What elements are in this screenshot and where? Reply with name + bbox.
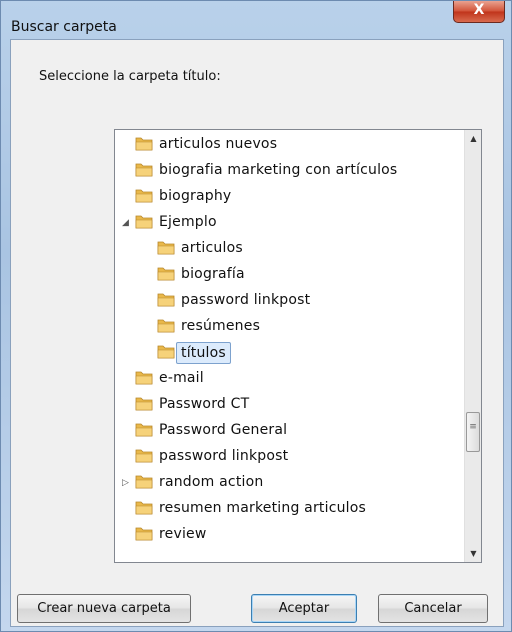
folder-icon: [135, 447, 153, 463]
tree-item[interactable]: Password CT: [115, 392, 455, 416]
scroll-down-arrow-icon[interactable]: ▼: [465, 545, 481, 562]
folder-icon: [135, 499, 153, 515]
folder-icon: [135, 213, 153, 229]
folder-icon: [135, 187, 153, 203]
folder-icon: [157, 291, 175, 307]
ok-button[interactable]: Aceptar: [251, 594, 357, 623]
tree-item[interactable]: resumen marketing articulos: [115, 496, 455, 520]
folder-icon: [135, 135, 153, 151]
tree-item[interactable]: ▷ random action: [115, 470, 455, 494]
tree-item[interactable]: articulos nuevos: [115, 132, 455, 156]
create-new-folder-button[interactable]: Crear nueva carpeta: [17, 594, 191, 623]
tree-item-label: Password CT: [159, 396, 250, 412]
folder-icon: [157, 343, 175, 359]
folder-icon: [157, 265, 175, 281]
tree-item[interactable]: articulos: [115, 236, 455, 260]
tree-item[interactable]: review: [115, 522, 455, 546]
tree-item[interactable]: resúmenes: [115, 314, 455, 338]
folder-tree[interactable]: articulos nuevos biografia marketing con …: [114, 129, 482, 563]
close-button[interactable]: X: [453, 1, 505, 23]
tree-item[interactable]: e-mail: [115, 366, 455, 390]
folder-icon: [135, 369, 153, 385]
dialog-body: Seleccione la carpeta título: articulos …: [10, 39, 504, 627]
tree-item-label: articulos: [181, 240, 243, 256]
folder-icon: [157, 317, 175, 333]
tree-item-label: password linkpost: [159, 448, 289, 464]
tree-item-label: Password General: [159, 422, 288, 438]
vertical-scrollbar[interactable]: ▲ ≡ ▼: [464, 130, 481, 562]
tree-item-label: review: [159, 526, 207, 542]
tree-item[interactable]: Password General: [115, 418, 455, 442]
tree-item-label: random action: [159, 474, 264, 490]
folder-browser-dialog: Buscar carpeta X Seleccione la carpeta t…: [0, 0, 512, 632]
expand-arrow-icon[interactable]: ▷: [122, 478, 129, 488]
tree-item-label: títulos: [176, 342, 231, 364]
cancel-button[interactable]: Cancelar: [378, 594, 488, 623]
scroll-up-arrow-icon[interactable]: ▲: [465, 130, 481, 147]
tree-item[interactable]: biografia marketing con artículos: [115, 158, 455, 182]
tree-item-label: e-mail: [159, 370, 204, 386]
folder-icon: [135, 421, 153, 437]
scroll-thumb[interactable]: ≡: [466, 412, 480, 452]
prompt-label: Seleccione la carpeta título:: [39, 69, 221, 84]
tree-item-label: resúmenes: [181, 318, 261, 334]
folder-icon: [135, 525, 153, 541]
tree-item[interactable]: biography: [115, 184, 455, 208]
window-title: Buscar carpeta: [11, 19, 117, 35]
tree-item-label: password linkpost: [181, 292, 311, 308]
tree-item-label: biografia marketing con artículos: [159, 162, 398, 178]
tree-item[interactable]: biografía: [115, 262, 455, 286]
folder-icon: [157, 239, 175, 255]
tree-item[interactable]: password linkpost: [115, 288, 455, 312]
close-icon: X: [473, 2, 485, 18]
folder-icon: [135, 395, 153, 411]
folder-icon: [135, 161, 153, 177]
title-bar[interactable]: Buscar carpeta X: [1, 1, 512, 39]
tree-item[interactable]: títulos: [115, 340, 455, 364]
tree-item-label: articulos nuevos: [159, 136, 278, 152]
collapse-arrow-icon[interactable]: ◢: [122, 218, 129, 228]
tree-item-label: resumen marketing articulos: [159, 500, 367, 516]
grip-icon: ≡: [469, 422, 477, 432]
tree-item[interactable]: ◢ Ejemplo: [115, 210, 455, 234]
tree-item[interactable]: password linkpost: [115, 444, 455, 468]
tree-item-label: biography: [159, 188, 232, 204]
tree-item-label: Ejemplo: [159, 214, 217, 230]
tree-item-label: biografía: [181, 266, 245, 282]
folder-icon: [135, 473, 153, 489]
